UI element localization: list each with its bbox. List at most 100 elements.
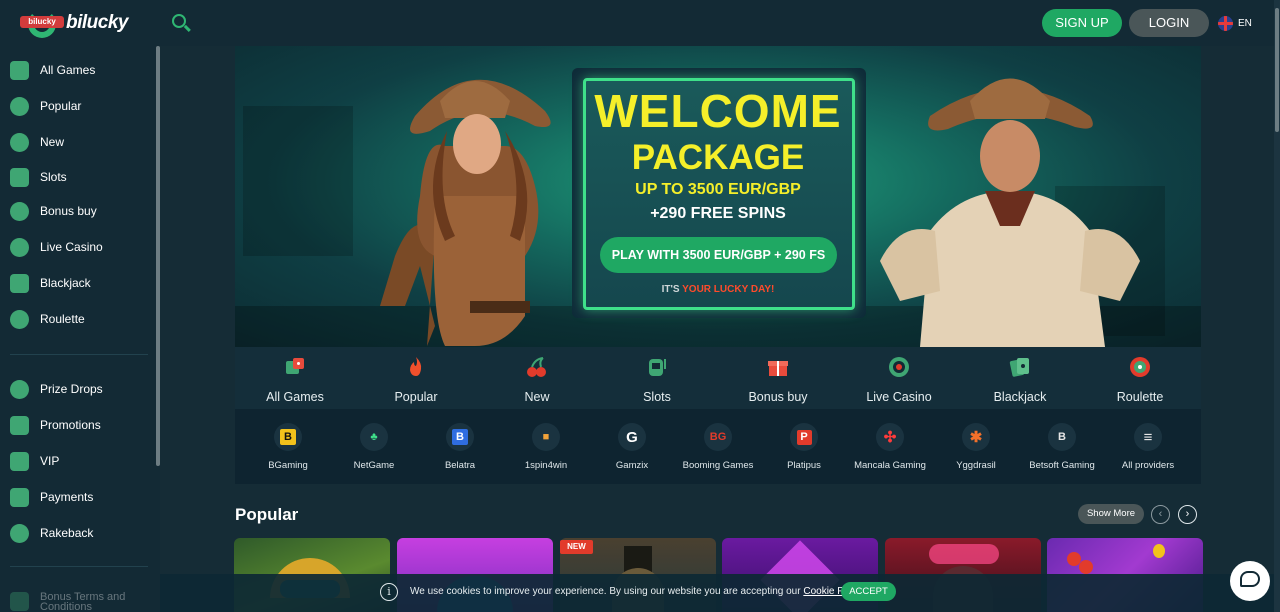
- sidebar-item-label: Bonus buy: [40, 204, 97, 218]
- sidebar-item-rakeback[interactable]: Rakeback: [10, 522, 150, 544]
- provider-label: Belatra: [444, 460, 476, 471]
- category-slots[interactable]: Slots: [597, 353, 717, 407]
- welcome-banner[interactable]: WELCOME PACKAGE UP TO 3500 EUR/GBP +290 …: [235, 46, 1201, 347]
- platipus-logo-icon: P: [790, 423, 818, 451]
- provider-label: 1spin4win: [524, 460, 568, 471]
- provider-betsoft-gaming[interactable]: B Betsoft Gaming: [1019, 423, 1105, 471]
- category-blackjack[interactable]: Blackjack: [960, 353, 1080, 407]
- provider-gamzix[interactable]: G Gamzix: [589, 423, 675, 471]
- sidebar-item-label: Payments: [40, 490, 94, 504]
- sidebar-item-new[interactable]: New: [10, 131, 150, 153]
- poker-chip-icon: [889, 357, 909, 377]
- mancala-logo-icon: ✣: [876, 423, 904, 451]
- roulette-icon: [1130, 357, 1150, 377]
- slot-machine-icon: [10, 167, 29, 187]
- sidebar-item-label: Prize Drops: [40, 382, 103, 396]
- show-more-button[interactable]: Show More: [1078, 504, 1144, 524]
- sidebar-item-all-games[interactable]: All Games: [10, 59, 150, 81]
- section-title-popular: Popular: [235, 505, 299, 524]
- sidebar-item-bonus-buy[interactable]: Bonus buy: [10, 200, 150, 222]
- sidebar-item-blackjack[interactable]: Blackjack: [10, 272, 150, 294]
- provider-belatra[interactable]: B Belatra: [417, 423, 503, 471]
- dice-icon: [286, 358, 304, 374]
- category-live-casino[interactable]: Live Casino: [839, 353, 959, 407]
- accept-cookies-button[interactable]: ACCEPT: [841, 582, 896, 601]
- sidebar-item-label: Popular: [40, 99, 82, 113]
- logo[interactable]: bilucky bilucky: [18, 6, 128, 40]
- cards-icon: [1009, 358, 1029, 377]
- chat-icon[interactable]: [1230, 561, 1270, 601]
- diamond-icon: [10, 451, 29, 471]
- gamzix-logo-icon: G: [618, 423, 646, 451]
- provider-label: Mancala Gaming: [854, 460, 926, 471]
- provider-yggdrasil[interactable]: ✱ Yggdrasil: [933, 423, 1019, 471]
- flame-icon: [410, 357, 422, 376]
- provider-mancala-gaming[interactable]: ✣ Mancala Gaming: [847, 423, 933, 471]
- page-scrollbar[interactable]: [1274, 0, 1280, 612]
- provider-1spin4win[interactable]: ■ 1spin4win: [503, 423, 589, 471]
- sidebar-item-vip[interactable]: VIP: [10, 450, 150, 472]
- provider-label: All providers: [1121, 460, 1175, 471]
- language-selector[interactable]: EN: [1218, 15, 1252, 31]
- info-icon: i: [380, 583, 398, 601]
- sidebar-item-popular[interactable]: Popular: [10, 95, 150, 117]
- provider-booming-games[interactable]: BG Booming Games: [675, 423, 761, 471]
- sidebar-item-label: Blackjack: [40, 276, 91, 290]
- category-label: Roulette: [1116, 390, 1164, 404]
- provider-label: Betsoft Gaming: [1029, 460, 1095, 471]
- sidebar-item-label: Rakeback: [40, 526, 94, 540]
- sidebar-item-prize-drops[interactable]: Prize Drops: [10, 378, 150, 400]
- sidebar-item-promotions[interactable]: Promotions: [10, 414, 150, 436]
- yggdrasil-logo-icon: ✱: [962, 423, 990, 451]
- uk-flag-icon: [1218, 15, 1233, 31]
- provider-label: BGaming: [268, 460, 308, 471]
- sidebar-item-label: VIP: [40, 454, 60, 468]
- cookie-message: We use cookies to improve your experienc…: [410, 586, 866, 597]
- category-popular[interactable]: Popular: [356, 353, 476, 407]
- login-button[interactable]: LOGIN: [1129, 9, 1209, 37]
- category-bar: All Games Popular New Slots Bonus buy Li…: [235, 347, 1201, 409]
- provider-all[interactable]: ≡ All providers: [1105, 423, 1191, 471]
- provider-label: Yggdrasil: [956, 460, 996, 471]
- search-icon[interactable]: [170, 12, 192, 34]
- gift-icon: [768, 361, 788, 376]
- category-label: Popular: [394, 390, 438, 404]
- sidebar-item-label: Live Casino: [40, 240, 103, 254]
- sidebar-scrollbar[interactable]: [156, 46, 160, 466]
- sidebar-item-label: All Games: [40, 63, 96, 77]
- carousel-next-button[interactable]: ›: [1178, 505, 1197, 524]
- betsoft-logo-icon: B: [1048, 423, 1076, 451]
- sidebar-item-roulette[interactable]: Roulette: [10, 308, 150, 330]
- category-label: Live Casino: [866, 390, 932, 404]
- category-bonus-buy[interactable]: Bonus buy: [718, 353, 838, 407]
- provider-platipus[interactable]: P Platipus: [761, 423, 847, 471]
- slot-machine-icon: [649, 359, 666, 376]
- sidebar-item-payments[interactable]: Payments: [10, 486, 150, 508]
- sidebar: All Games Popular New Slots Bonus buy Li…: [0, 46, 160, 612]
- category-roulette[interactable]: Roulette: [1080, 353, 1200, 407]
- belatra-logo-icon: B: [446, 423, 474, 451]
- play-bonus-button[interactable]: PLAY WITH 3500 EUR/GBP + 290 FS: [600, 237, 837, 273]
- netgame-logo-icon: ♣: [360, 423, 388, 451]
- category-label: Slots: [643, 390, 671, 404]
- category-all-games[interactable]: All Games: [235, 353, 355, 407]
- new-badge: NEW: [560, 540, 593, 554]
- gift-icon: [10, 415, 29, 435]
- poker-chip-icon: [10, 237, 29, 257]
- sidebar-item-bonus-terms[interactable]: Bonus Terms and Conditions: [10, 592, 150, 612]
- carousel-prev-button[interactable]: ‹: [1151, 505, 1170, 524]
- provider-netgame[interactable]: ♣ NetGame: [331, 423, 417, 471]
- providers-bar: B BGaming ♣ NetGame B Belatra ■ 1spin4wi…: [235, 409, 1201, 484]
- category-label: Bonus buy: [748, 390, 808, 404]
- money-bag-icon: [10, 201, 29, 221]
- category-label: All Games: [266, 390, 324, 404]
- category-new[interactable]: New: [477, 353, 597, 407]
- provider-label: Booming Games: [682, 460, 754, 471]
- logo-text: bilucky: [66, 12, 128, 33]
- provider-bgaming[interactable]: B BGaming: [245, 423, 331, 471]
- sidebar-item-live-casino[interactable]: Live Casino: [10, 236, 150, 258]
- sign-up-button[interactable]: SIGN UP: [1042, 9, 1122, 37]
- sidebar-item-slots[interactable]: Slots: [10, 166, 150, 188]
- language-label: EN: [1238, 17, 1252, 29]
- sidebar-divider: [10, 566, 148, 567]
